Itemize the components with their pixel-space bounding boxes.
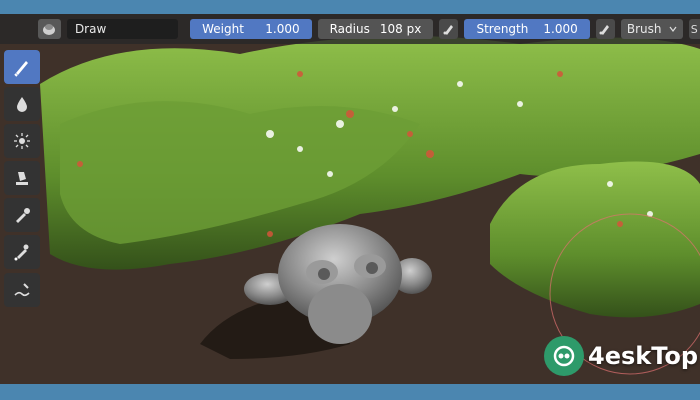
watermark-logo-icon: [544, 336, 584, 376]
tool-settings-header: Draw Weight 1.000 Radius 108 px Strength…: [0, 14, 700, 44]
brush-menu-label: Brush: [626, 22, 662, 36]
eyedropper-icon: [16, 208, 30, 223]
radius-value: 108 px: [379, 22, 422, 36]
app-frame: Draw Weight 1.000 Radius 108 px Strength…: [0, 0, 700, 400]
weight-label: Weight: [202, 22, 244, 36]
frame-bottom-border: [0, 384, 700, 400]
radius-field[interactable]: Radius 108 px: [317, 19, 434, 39]
weight-value: 1.000: [265, 22, 300, 36]
pen-pressure-icon: [599, 25, 610, 35]
sparkle-icon: [14, 133, 30, 149]
weight-field[interactable]: Weight 1.000: [190, 19, 312, 39]
watermark-text: 4eskTop: [588, 342, 699, 370]
3d-viewport[interactable]: [0, 14, 700, 384]
brush-menu[interactable]: Brush: [620, 19, 683, 39]
drop-icon: [17, 97, 27, 112]
tool-smear-button[interactable]: [4, 124, 40, 158]
annotate-icon: [14, 283, 30, 297]
pen-pressure-icon: [443, 25, 453, 35]
overflow-menu-button[interactable]: S: [688, 19, 700, 39]
radius-pressure-button[interactable]: [439, 19, 459, 39]
toolbar-column: [4, 50, 40, 310]
strength-field[interactable]: Strength 1.000: [464, 19, 590, 39]
tool-blur-button[interactable]: [4, 87, 40, 121]
tool-sample-button[interactable]: [4, 198, 40, 232]
radius-label: Radius: [329, 22, 370, 36]
active-tool-name[interactable]: Draw: [66, 19, 179, 39]
stamp-icon: [16, 172, 28, 185]
fill-icon: [14, 244, 29, 261]
strength-value: 1.000: [543, 22, 578, 36]
chevron-down-icon: [669, 26, 677, 32]
tool-clone-button[interactable]: [4, 161, 40, 195]
viewport-scene: [0, 14, 700, 384]
frame-top-border: [0, 0, 700, 14]
tool-draw-button[interactable]: [4, 50, 40, 84]
tool-fill-button[interactable]: [4, 235, 40, 269]
tool-annotate-button[interactable]: [4, 273, 40, 307]
watermark: 4eskTop: [544, 336, 698, 376]
strength-label: Strength: [476, 22, 529, 36]
strength-pressure-button[interactable]: [595, 19, 615, 39]
sculpt-mode-icon[interactable]: [38, 19, 61, 39]
brush-icon: [14, 61, 28, 77]
